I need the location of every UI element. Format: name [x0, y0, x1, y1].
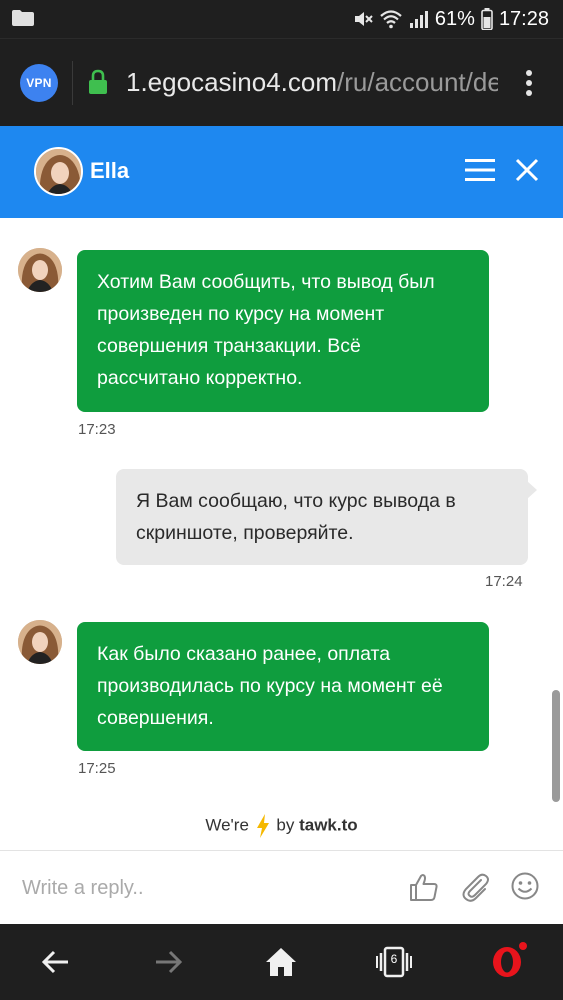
message-text: Как было сказано ранее, оплата производи… [97, 643, 443, 729]
scrollbar[interactable] [552, 690, 560, 802]
message-time: 17:25 [78, 760, 116, 777]
reply-bar [0, 850, 563, 924]
close-icon[interactable] [515, 158, 539, 182]
reply-input[interactable] [22, 873, 322, 903]
opera-logo-icon [493, 947, 521, 977]
lock-icon[interactable] [88, 69, 108, 95]
arrow-right-icon [156, 950, 182, 974]
status-bar: 61% 17:28 [0, 0, 563, 38]
home-button[interactable] [263, 944, 299, 980]
back-button[interactable] [38, 944, 74, 980]
wifi-icon [380, 10, 402, 29]
message-time: 17:24 [485, 573, 523, 590]
paperclip-icon[interactable] [459, 871, 491, 903]
message-text: Я Вам сообщаю, что курс вывода в скриншо… [136, 490, 456, 544]
browser-bottom-nav: 6 [0, 924, 563, 1000]
message-text: Хотим Вам сообщить, что вывод был произв… [97, 271, 435, 389]
message-time: 17:23 [78, 421, 116, 438]
battery-percent: 61% [434, 7, 475, 30]
browser-address-bar: VPN 1.egocasino4.com/ru/account/de [0, 38, 563, 126]
powered-brand: tawk.to [299, 815, 358, 835]
agent-name: Ella [90, 158, 130, 183]
tab-count: 6 [390, 952, 398, 966]
vpn-label: VPN [26, 76, 52, 90]
opera-menu-button[interactable] [489, 942, 527, 980]
home-icon [266, 948, 296, 976]
hamburger-menu-icon[interactable] [465, 158, 495, 182]
emoji-icon[interactable] [510, 871, 540, 901]
lightning-icon [256, 814, 269, 838]
powered-by[interactable]: We're by tawk.to [0, 814, 563, 838]
url-path: /ru/account/de [337, 67, 498, 97]
powered-prefix: We're [205, 815, 249, 835]
vpn-button[interactable]: VPN [20, 64, 58, 102]
forward-button[interactable] [150, 944, 186, 980]
agent-avatar [18, 248, 62, 292]
chat-header: Ella [0, 126, 563, 218]
agent-message: Хотим Вам сообщить, что вывод был произв… [77, 250, 489, 412]
notification-dot [519, 942, 527, 950]
agent-message: Как было сказано ранее, оплата производи… [77, 622, 489, 751]
folder-icon [12, 10, 34, 26]
visitor-message: Я Вам сообщаю, что курс вывода в скриншо… [116, 469, 537, 565]
signal-icon [409, 11, 428, 28]
arrow-left-icon [42, 950, 68, 974]
clock: 17:28 [498, 7, 549, 30]
battery-icon [481, 8, 493, 30]
mute-icon [354, 12, 373, 26]
more-vert-icon[interactable] [525, 69, 533, 97]
agent-avatar [34, 147, 83, 196]
message-list[interactable]: Хотим Вам сообщить, что вывод был произв… [0, 218, 563, 850]
agent-avatar [18, 620, 62, 664]
divider [72, 61, 73, 105]
url-host: 1.egocasino4.com [126, 67, 338, 97]
thumbs-up-icon[interactable] [408, 871, 440, 903]
powered-middle: by [276, 815, 295, 835]
tabs-button[interactable]: 6 [376, 944, 412, 980]
url-field[interactable]: 1.egocasino4.com/ru/account/de [126, 67, 498, 99]
